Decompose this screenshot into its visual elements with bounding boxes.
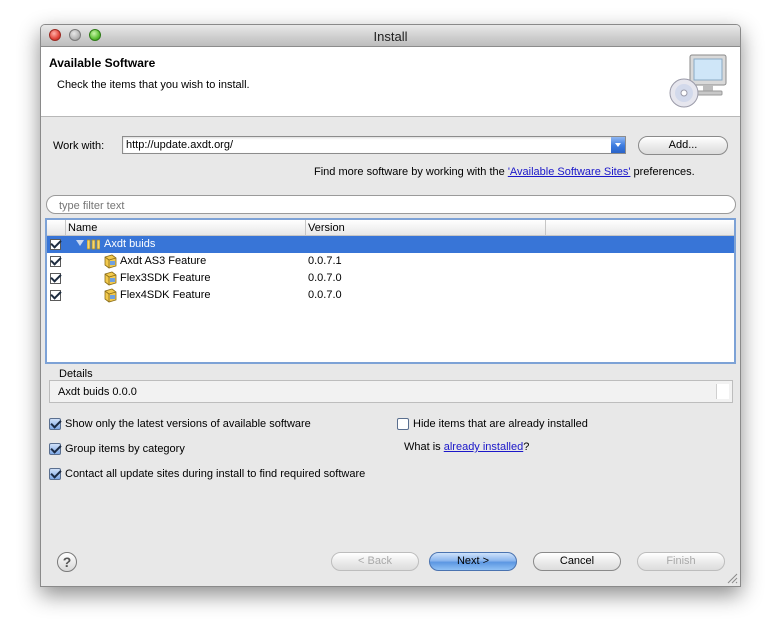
table-row[interactable]: Flex3SDK Feature 0.0.7.0 — [47, 270, 734, 287]
software-tree[interactable]: Name Version Axdt buids Axdt AS3 Feature… — [45, 218, 736, 364]
row-version: 0.0.7.1 — [308, 255, 342, 267]
finish-button[interactable]: Finish — [637, 552, 725, 571]
install-computer-icon — [669, 54, 727, 108]
table-row[interactable]: Flex4SDK Feature 0.0.7.0 — [47, 287, 734, 304]
what-is-suffix: ? — [523, 441, 530, 453]
work-with-label: Work with: — [53, 140, 105, 152]
tree-header: Name Version — [47, 220, 734, 236]
table-row[interactable]: Axdt buids — [47, 236, 734, 253]
already-installed-link[interactable]: already installed — [444, 441, 524, 453]
more-software-text: Find more software by working with the '… — [314, 166, 695, 178]
row-checkbox[interactable] — [50, 239, 61, 250]
hide-installed-label: Hide items that are already installed — [413, 418, 588, 430]
feature-plugin-icon — [104, 254, 117, 269]
filter-field[interactable] — [46, 195, 736, 214]
resize-grip-icon[interactable] — [727, 573, 738, 584]
show-latest-label: Show only the latest versions of availab… — [65, 418, 311, 430]
expand-triangle-icon[interactable] — [76, 240, 84, 246]
group-by-category-checkbox[interactable] — [49, 443, 61, 455]
work-with-value: http://update.axdt.org/ — [126, 139, 234, 151]
what-is-installed-text: What is already installed? — [404, 441, 529, 453]
add-site-button[interactable]: Add... — [638, 136, 728, 155]
next-button[interactable]: Next > — [429, 552, 517, 571]
show-latest-checkbox[interactable] — [49, 418, 61, 430]
available-software-sites-link[interactable]: 'Available Software Sites' — [508, 166, 631, 178]
details-text: Axdt buids 0.0.0 — [58, 386, 137, 398]
row-checkbox[interactable] — [50, 256, 61, 267]
category-icon — [87, 239, 100, 250]
window-title: Install — [373, 29, 408, 44]
row-name: Flex3SDK Feature — [120, 272, 211, 284]
row-checkbox[interactable] — [50, 273, 61, 284]
row-checkbox[interactable] — [50, 290, 61, 301]
install-dialog: Install Available Software Check the ite… — [40, 24, 741, 587]
details-scrollbar[interactable] — [716, 384, 729, 399]
title-bar[interactable]: Install — [41, 25, 740, 47]
work-with-combo[interactable]: http://update.axdt.org/ — [122, 136, 626, 154]
row-name: Flex4SDK Feature — [120, 289, 211, 301]
cancel-button[interactable]: Cancel — [533, 552, 621, 571]
filter-input[interactable] — [57, 197, 711, 214]
row-version: 0.0.7.0 — [308, 272, 342, 284]
combo-dropdown-button[interactable] — [611, 137, 625, 153]
what-is-prefix: What is — [404, 441, 444, 453]
page-description: Check the items that you wish to install… — [57, 79, 250, 91]
feature-plugin-icon — [104, 288, 117, 303]
contact-sites-checkbox[interactable] — [49, 468, 61, 480]
page-title: Available Software — [49, 56, 156, 70]
details-label: Details — [59, 368, 93, 380]
back-button[interactable]: < Back — [331, 552, 419, 571]
row-name: Axdt AS3 Feature — [120, 255, 207, 267]
column-header-version[interactable]: Version — [308, 222, 345, 234]
help-button[interactable]: ? — [57, 552, 77, 572]
details-box: Axdt buids 0.0.0 — [49, 380, 733, 403]
hide-installed-checkbox[interactable] — [397, 418, 409, 430]
column-header-name[interactable]: Name — [68, 222, 97, 234]
chevron-down-icon — [615, 143, 621, 147]
group-by-category-label: Group items by category — [65, 443, 185, 455]
feature-plugin-icon — [104, 271, 117, 286]
table-row[interactable]: Axdt AS3 Feature 0.0.7.1 — [47, 253, 734, 270]
wizard-header: Available Software Check the items that … — [41, 47, 740, 117]
contact-sites-label: Contact all update sites during install … — [65, 468, 366, 480]
column-separator[interactable] — [545, 220, 546, 235]
more-software-prefix: Find more software by working with the — [314, 166, 508, 178]
row-version: 0.0.7.0 — [308, 289, 342, 301]
column-separator — [65, 220, 66, 235]
more-software-suffix: preferences. — [630, 166, 695, 178]
column-separator[interactable] — [305, 220, 306, 235]
row-name: Axdt buids — [104, 238, 156, 250]
